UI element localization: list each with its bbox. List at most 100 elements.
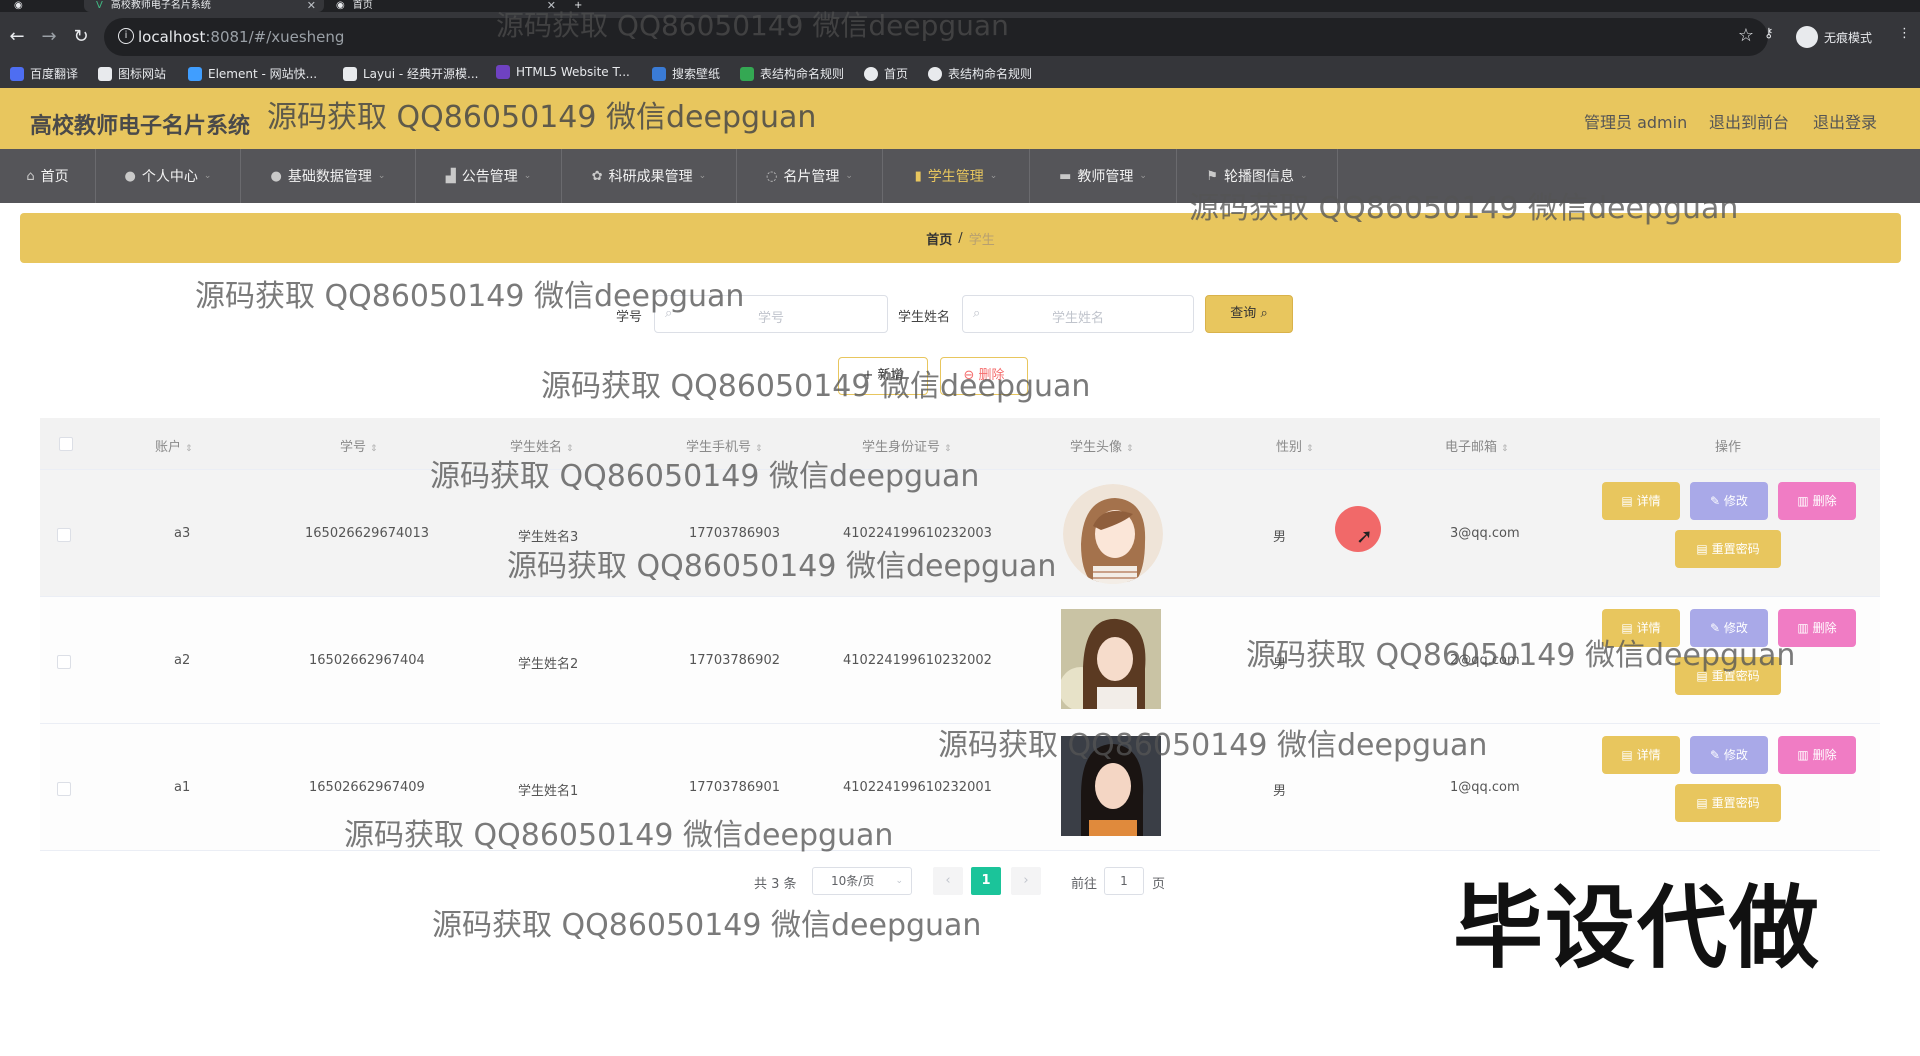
nav-item-notice[interactable]: ▟ 公告管理 ⌄ [416, 149, 562, 203]
column-header[interactable]: 学号 ⇕ [340, 436, 378, 455]
mouse-cursor-icon: ➚ [1356, 524, 1373, 548]
pencil-icon: ✎ [1710, 494, 1724, 508]
row-checkbox[interactable] [57, 782, 71, 796]
student-name-label: 学生姓名 [898, 310, 951, 325]
page-number[interactable]: 1 [971, 867, 1001, 895]
document-icon: ▤ [1696, 542, 1712, 556]
watermark-text: 源码获取 QQ86050149 微信deepguan [344, 818, 894, 853]
student-name-input[interactable]: ⌕ 学生姓名 [962, 295, 1194, 333]
incognito-avatar-icon[interactable] [1796, 26, 1818, 48]
row-checkbox[interactable] [57, 655, 71, 669]
forward-icon[interactable]: → [38, 26, 60, 48]
reset-password-button[interactable]: ▤ 重置密码 [1675, 784, 1781, 822]
column-header[interactable]: 账户 ⇕ [155, 436, 193, 455]
cell-name: 学生姓名1 [518, 784, 579, 799]
nav-item-personal-center[interactable]: ● 个人中心 ⌄ [96, 149, 241, 203]
element-logo-icon [188, 66, 202, 81]
trash-icon: ▥ [1797, 494, 1813, 508]
cell-id-card: 410224199610232001 [843, 780, 992, 795]
site-info-icon[interactable]: i [118, 28, 134, 44]
detail-button[interactable]: ▤ 详情 [1602, 482, 1680, 520]
student-avatar [1063, 484, 1163, 584]
user-icon: ● [124, 168, 136, 184]
watermark-text: 源码获取 QQ86050149 微信deepguan [430, 459, 980, 494]
select-all-checkbox[interactable] [59, 437, 73, 451]
watermark-text: 源码获取 QQ86050149 微信deepguan [541, 369, 1091, 404]
nav-label: 公告管理 [461, 169, 518, 185]
goto-page-input[interactable]: 1 [1104, 867, 1144, 895]
chevron-down-icon: ⌄ [1300, 171, 1308, 181]
browser-tab-active[interactable]: V 高校教师电子名片系统 ✕ [84, 0, 324, 12]
trash-icon: ▥ [1797, 748, 1813, 762]
home-icon: ⌂ [26, 168, 35, 184]
pencil-icon: ✎ [1710, 748, 1724, 762]
bookmark-item[interactable]: 表结构命名规则 [740, 65, 844, 82]
chrome-menu-icon[interactable]: ◉ [14, 0, 23, 12]
delete-button[interactable]: ▥ 删除 [1778, 482, 1856, 520]
sort-icon: ⇕ [1126, 444, 1134, 454]
document-icon: ▤ [1621, 494, 1637, 508]
incognito-label[interactable]: 无痕模式 [1824, 29, 1872, 46]
bookmark-item[interactable]: Element - 网站快... [188, 65, 317, 82]
breadcrumb-separator: / [958, 230, 963, 246]
nav-label: 首页 [40, 169, 69, 185]
cell-email: 3@qq.com [1450, 526, 1520, 541]
browser-menu-icon[interactable]: ⋮ [1898, 26, 1911, 41]
bookmark-item[interactable]: 图标网站 [98, 65, 166, 82]
bookmark-item[interactable]: 搜索壁纸 [652, 65, 720, 82]
logout-link[interactable]: 退出登录 [1813, 109, 1877, 133]
nav-label: 学生管理 [927, 169, 984, 185]
watermark-text: 源码获取 QQ86050149 微信deepguan [507, 549, 1057, 584]
bookmark-item[interactable]: HTML5 Website T... [496, 65, 630, 79]
column-header[interactable]: 电子邮箱 ⇕ [1445, 436, 1509, 455]
prev-page-button[interactable]: ‹ [933, 867, 963, 895]
app-title: 高校教师电子名片系统 [30, 114, 251, 139]
column-header: 操作 [1715, 440, 1742, 455]
bookmark-icon [10, 66, 24, 81]
nav-item-basic-data[interactable]: ● 基础数据管理 ⌄ [241, 149, 416, 203]
nav-item-research[interactable]: ✿ 科研成果管理 ⌄ [562, 149, 737, 203]
bookmark-item[interactable]: 表结构命名规则 [928, 65, 1032, 82]
watermark-text: 源码获取 QQ86050149 微信deepguan [267, 100, 817, 135]
exit-to-front-link[interactable]: 退出到前台 [1709, 109, 1789, 133]
chevron-down-icon: ⌄ [523, 171, 532, 181]
cell-gender: 男 [1273, 784, 1287, 799]
cell-name: 学生姓名2 [518, 657, 579, 672]
next-page-button[interactable]: › [1011, 867, 1041, 895]
tab-title: 首页 [352, 0, 373, 11]
url-text[interactable]: localhost:8081/#/xuesheng [138, 28, 344, 46]
bookmark-item[interactable]: Layui - 经典开源模... [343, 65, 478, 82]
nav-item-card[interactable]: ◌ 名片管理 ⌄ [737, 149, 883, 203]
cell-gender: 男 [1273, 530, 1287, 545]
chevron-down-icon: ⌄ [377, 171, 386, 181]
bookmark-star-icon[interactable]: ☆ [1738, 25, 1754, 46]
nav-label: 个人中心 [141, 169, 198, 185]
globe-icon: ◉ [336, 0, 345, 11]
delete-button[interactable]: ▥ 删除 [1778, 736, 1856, 774]
monitor-icon: ▬ [1059, 168, 1072, 184]
trash-icon: ▥ [1797, 621, 1813, 635]
nav-item-teacher[interactable]: ▬ 教师管理 ⌄ [1030, 149, 1177, 203]
nav-item-student[interactable]: ▮ 学生管理 ⌄ [883, 149, 1030, 203]
reset-password-button[interactable]: ▤ 重置密码 [1675, 530, 1781, 568]
breadcrumb-home[interactable]: 首页 [926, 229, 952, 248]
row-checkbox[interactable] [57, 528, 71, 542]
reload-icon[interactable]: ↻ [70, 26, 92, 48]
edit-button[interactable]: ✎ 修改 [1690, 482, 1768, 520]
bookmarks-bar: 百度翻译 图标网站 Element - 网站快... Layui - 经典开源模… [0, 57, 1920, 88]
query-button[interactable]: 查询 ⌕ [1205, 295, 1293, 333]
close-tab-icon[interactable]: ✕ [307, 0, 316, 11]
vue-logo-icon: V [96, 0, 103, 11]
column-header[interactable]: 学生头像 ⇕ [1070, 436, 1134, 455]
back-icon[interactable]: ← [6, 26, 28, 48]
nav-label: 科研成果管理 [608, 169, 693, 185]
nav-item-home[interactable]: ⌂ 首页 [0, 149, 96, 203]
key-icon[interactable]: ⚷ [1764, 26, 1774, 41]
column-header[interactable]: 性别 ⇕ [1276, 436, 1314, 455]
detail-button[interactable]: ▤ 详情 [1602, 736, 1680, 774]
bookmark-item[interactable]: 首页 [864, 65, 908, 82]
edit-button[interactable]: ✎ 修改 [1690, 736, 1768, 774]
cell-account: a1 [174, 780, 191, 795]
page-size-select[interactable]: 10条/页 ⌄ [812, 867, 912, 895]
bookmark-item[interactable]: 百度翻译 [10, 65, 78, 82]
